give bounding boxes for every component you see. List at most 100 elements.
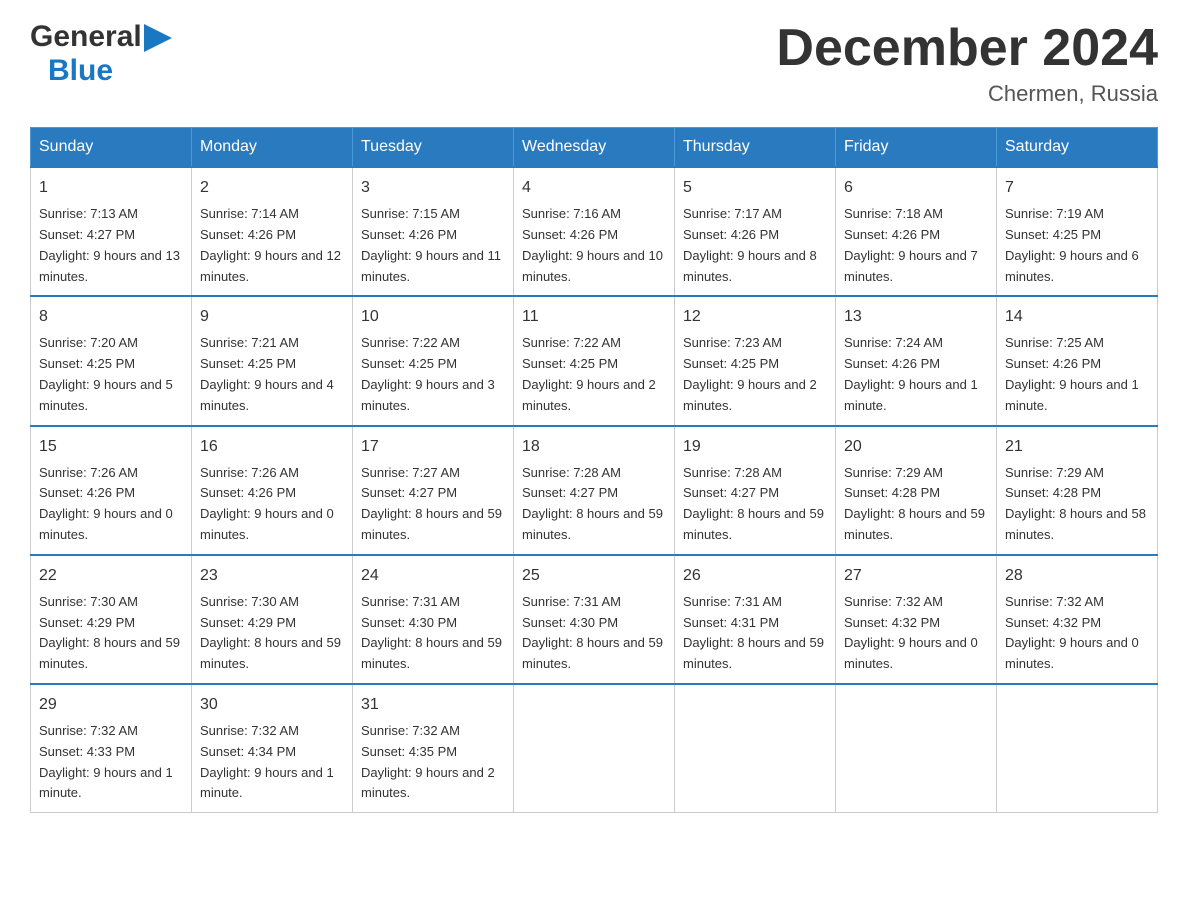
day-number: 11: [522, 305, 666, 329]
calendar-cell: [997, 684, 1158, 813]
calendar-cell: 20 Sunrise: 7:29 AMSunset: 4:28 PMDayligh…: [836, 426, 997, 555]
day-info: Sunrise: 7:32 AMSunset: 4:34 PMDaylight:…: [200, 723, 334, 800]
calendar-week-row: 15 Sunrise: 7:26 AMSunset: 4:26 PMDayligh…: [31, 426, 1158, 555]
day-number: 31: [361, 693, 505, 717]
calendar-cell: 11 Sunrise: 7:22 AMSunset: 4:25 PMDayligh…: [514, 296, 675, 425]
day-number: 7: [1005, 176, 1149, 200]
logo-general-text: General: [30, 20, 142, 54]
calendar-cell: 17 Sunrise: 7:27 AMSunset: 4:27 PMDayligh…: [353, 426, 514, 555]
calendar-week-row: 22Sunrise: 7:30 AMSunset: 4:29 PMDayligh…: [31, 555, 1158, 684]
day-number: 22: [39, 564, 183, 588]
day-info: Sunrise: 7:28 AMSunset: 4:27 PMDaylight:…: [522, 465, 663, 542]
day-info: Sunrise: 7:26 AMSunset: 4:26 PMDaylight:…: [39, 465, 173, 542]
calendar-week-row: 8 Sunrise: 7:20 AMSunset: 4:25 PMDaylight…: [31, 296, 1158, 425]
day-info: Sunrise: 7:22 AMSunset: 4:25 PMDaylight:…: [522, 335, 656, 412]
calendar-cell: 31 Sunrise: 7:32 AMSunset: 4:35 PMDayligh…: [353, 684, 514, 813]
day-number: 14: [1005, 305, 1149, 329]
day-info: Sunrise: 7:26 AMSunset: 4:26 PMDaylight:…: [200, 465, 334, 542]
day-info: Sunrise: 7:15 AMSunset: 4:26 PMDaylight:…: [361, 206, 501, 283]
day-info: Sunrise: 7:31 AMSunset: 4:30 PMDaylight:…: [522, 594, 663, 671]
day-info: Sunrise: 7:29 AMSunset: 4:28 PMDaylight:…: [1005, 465, 1146, 542]
calendar-week-row: 29Sunrise: 7:32 AMSunset: 4:33 PMDayligh…: [31, 684, 1158, 813]
day-number: 18: [522, 435, 666, 459]
calendar-cell: 12 Sunrise: 7:23 AMSunset: 4:25 PMDayligh…: [675, 296, 836, 425]
calendar-week-row: 1 Sunrise: 7:13 AMSunset: 4:27 PMDaylight…: [31, 167, 1158, 296]
day-info: Sunrise: 7:22 AMSunset: 4:25 PMDaylight:…: [361, 335, 495, 412]
month-title: December 2024: [776, 20, 1158, 77]
logo: General Blue: [30, 20, 172, 88]
day-number: 4: [522, 176, 666, 200]
day-number: 1: [39, 176, 183, 200]
day-info: Sunrise: 7:20 AMSunset: 4:25 PMDaylight:…: [39, 335, 173, 412]
calendar-cell: 22Sunrise: 7:30 AMSunset: 4:29 PMDayligh…: [31, 555, 192, 684]
day-number: 6: [844, 176, 988, 200]
day-info: Sunrise: 7:16 AMSunset: 4:26 PMDaylight:…: [522, 206, 663, 283]
calendar-cell: 21 Sunrise: 7:29 AMSunset: 4:28 PMDayligh…: [997, 426, 1158, 555]
calendar-cell: 16 Sunrise: 7:26 AMSunset: 4:26 PMDayligh…: [192, 426, 353, 555]
calendar-cell: 8 Sunrise: 7:20 AMSunset: 4:25 PMDaylight…: [31, 296, 192, 425]
day-number: 20: [844, 435, 988, 459]
day-number: 15: [39, 435, 183, 459]
day-info: Sunrise: 7:31 AMSunset: 4:31 PMDaylight:…: [683, 594, 824, 671]
day-info: Sunrise: 7:24 AMSunset: 4:26 PMDaylight:…: [844, 335, 978, 412]
day-number: 9: [200, 305, 344, 329]
day-info: Sunrise: 7:13 AMSunset: 4:27 PMDaylight:…: [39, 206, 180, 283]
weekday-header-monday: Monday: [192, 128, 353, 168]
calendar-cell: 18 Sunrise: 7:28 AMSunset: 4:27 PMDayligh…: [514, 426, 675, 555]
day-info: Sunrise: 7:18 AMSunset: 4:26 PMDaylight:…: [844, 206, 978, 283]
calendar-cell: [514, 684, 675, 813]
day-info: Sunrise: 7:25 AMSunset: 4:26 PMDaylight:…: [1005, 335, 1139, 412]
logo-blue-text: Blue: [48, 54, 113, 88]
calendar-cell: 26 Sunrise: 7:31 AMSunset: 4:31 PMDayligh…: [675, 555, 836, 684]
calendar-cell: 9 Sunrise: 7:21 AMSunset: 4:25 PMDaylight…: [192, 296, 353, 425]
day-info: Sunrise: 7:32 AMSunset: 4:33 PMDaylight:…: [39, 723, 173, 800]
day-info: Sunrise: 7:31 AMSunset: 4:30 PMDaylight:…: [361, 594, 502, 671]
weekday-header-saturday: Saturday: [997, 128, 1158, 168]
day-number: 17: [361, 435, 505, 459]
day-number: 26: [683, 564, 827, 588]
day-info: Sunrise: 7:27 AMSunset: 4:27 PMDaylight:…: [361, 465, 502, 542]
weekday-header-friday: Friday: [836, 128, 997, 168]
calendar-cell: 23Sunrise: 7:30 AMSunset: 4:29 PMDayligh…: [192, 555, 353, 684]
day-number: 21: [1005, 435, 1149, 459]
location-text: Chermen, Russia: [776, 81, 1158, 107]
day-info: Sunrise: 7:21 AMSunset: 4:25 PMDaylight:…: [200, 335, 334, 412]
calendar-cell: 4 Sunrise: 7:16 AMSunset: 4:26 PMDaylight…: [514, 167, 675, 296]
day-number: 23: [200, 564, 344, 588]
calendar-cell: 13Sunrise: 7:24 AMSunset: 4:26 PMDayligh…: [836, 296, 997, 425]
calendar-cell: 3 Sunrise: 7:15 AMSunset: 4:26 PMDaylight…: [353, 167, 514, 296]
calendar-cell: 19 Sunrise: 7:28 AMSunset: 4:27 PMDayligh…: [675, 426, 836, 555]
weekday-header-wednesday: Wednesday: [514, 128, 675, 168]
calendar-cell: 1 Sunrise: 7:13 AMSunset: 4:27 PMDaylight…: [31, 167, 192, 296]
day-number: 8: [39, 305, 183, 329]
day-number: 24: [361, 564, 505, 588]
weekday-header-thursday: Thursday: [675, 128, 836, 168]
day-number: 12: [683, 305, 827, 329]
calendar-cell: 27Sunrise: 7:32 AMSunset: 4:32 PMDayligh…: [836, 555, 997, 684]
day-info: Sunrise: 7:32 AMSunset: 4:35 PMDaylight:…: [361, 723, 495, 800]
page-header: General Blue December 2024 Chermen, Russ…: [30, 20, 1158, 107]
calendar-cell: 28 Sunrise: 7:32 AMSunset: 4:32 PMDayligh…: [997, 555, 1158, 684]
weekday-header-tuesday: Tuesday: [353, 128, 514, 168]
day-number: 16: [200, 435, 344, 459]
day-info: Sunrise: 7:23 AMSunset: 4:25 PMDaylight:…: [683, 335, 817, 412]
day-number: 3: [361, 176, 505, 200]
day-info: Sunrise: 7:32 AMSunset: 4:32 PMDaylight:…: [1005, 594, 1139, 671]
day-number: 19: [683, 435, 827, 459]
day-info: Sunrise: 7:19 AMSunset: 4:25 PMDaylight:…: [1005, 206, 1139, 283]
day-number: 28: [1005, 564, 1149, 588]
day-info: Sunrise: 7:28 AMSunset: 4:27 PMDaylight:…: [683, 465, 824, 542]
day-info: Sunrise: 7:14 AMSunset: 4:26 PMDaylight:…: [200, 206, 341, 283]
calendar-cell: [836, 684, 997, 813]
calendar-cell: 29Sunrise: 7:32 AMSunset: 4:33 PMDayligh…: [31, 684, 192, 813]
calendar-cell: 6 Sunrise: 7:18 AMSunset: 4:26 PMDaylight…: [836, 167, 997, 296]
day-number: 10: [361, 305, 505, 329]
day-number: 5: [683, 176, 827, 200]
calendar-cell: 7 Sunrise: 7:19 AMSunset: 4:25 PMDaylight…: [997, 167, 1158, 296]
weekday-header-row: SundayMondayTuesdayWednesdayThursdayFrid…: [31, 128, 1158, 168]
calendar-cell: 30 Sunrise: 7:32 AMSunset: 4:34 PMDayligh…: [192, 684, 353, 813]
day-info: Sunrise: 7:29 AMSunset: 4:28 PMDaylight:…: [844, 465, 985, 542]
calendar-cell: 10 Sunrise: 7:22 AMSunset: 4:25 PMDayligh…: [353, 296, 514, 425]
day-number: 30: [200, 693, 344, 717]
calendar-cell: 24 Sunrise: 7:31 AMSunset: 4:30 PMDayligh…: [353, 555, 514, 684]
